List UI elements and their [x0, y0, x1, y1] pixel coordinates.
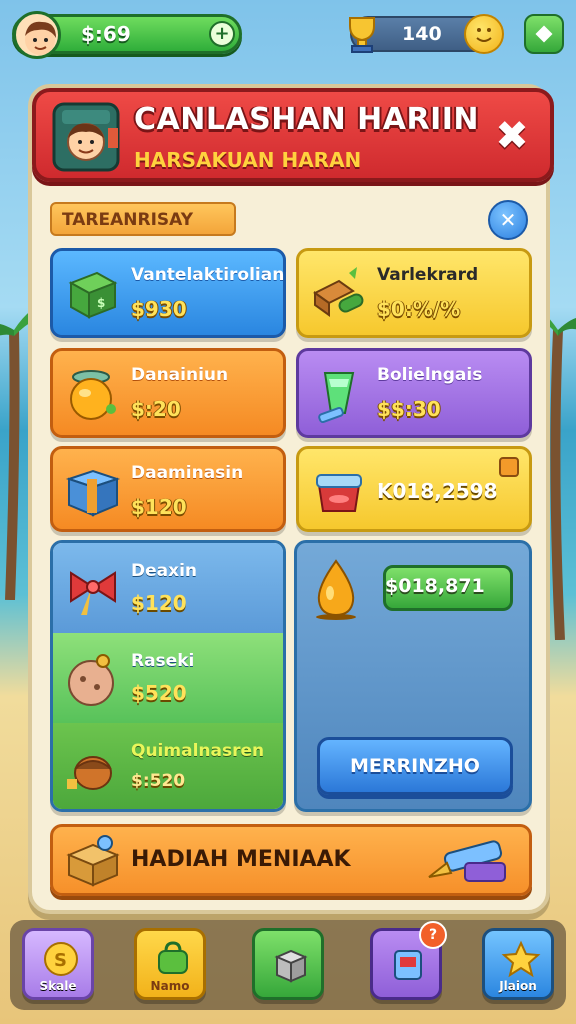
nav-skale-button[interactable]: S Skale — [22, 928, 94, 1000]
section-label: TAREANRISAY — [50, 202, 236, 236]
item-price: K018,2598 — [377, 479, 498, 503]
star-icon — [501, 940, 541, 978]
diamond-menu-button[interactable] — [524, 14, 564, 54]
featured-price: $018,871 — [385, 575, 485, 597]
item-name: Raseki — [131, 651, 195, 671]
item-price: $120 — [131, 495, 187, 519]
gem-amount: 140 — [402, 23, 442, 45]
shopkeeper-avatar-icon — [52, 102, 120, 172]
coin-icon: S — [44, 942, 78, 976]
item-name: Bolielngais — [377, 365, 483, 385]
featured-buy-button[interactable]: MERRINZHO — [317, 737, 513, 795]
cooler-icon — [316, 474, 362, 512]
item-price: $:520 — [131, 771, 186, 791]
drop-icon — [316, 559, 356, 620]
panel-title: CANLASHAN HARIIN — [134, 102, 480, 137]
item-name: Daaminasin — [131, 463, 244, 483]
cash-amount: $:69 — [81, 22, 131, 46]
top-hud: $:69 + 140 — [12, 8, 564, 60]
cookie-icon — [68, 654, 114, 706]
trophy-icon — [349, 17, 375, 53]
shop-item-card-5[interactable]: Daaminasin $120 — [50, 446, 286, 532]
bag-icon — [158, 941, 188, 974]
item-name: Deaxin — [131, 561, 198, 581]
close-icon[interactable]: ✖ — [490, 114, 534, 158]
potion-icon — [70, 370, 116, 420]
item-name: Vantelaktirolian — [131, 265, 285, 285]
gem-counter[interactable]: 140 — [349, 14, 504, 54]
nav-label: Skale — [39, 979, 77, 993]
item-price: $0:%/% — [377, 297, 461, 321]
item-name: Varlekrard — [377, 265, 479, 285]
stack-item-1[interactable]: Deaxin $120 — [53, 543, 283, 633]
notification-badge-icon: ? — [419, 921, 447, 949]
add-cash-button[interactable]: + — [209, 21, 235, 47]
item-price: $:20 — [131, 397, 181, 421]
cube-icon — [274, 949, 308, 983]
nav-box-button[interactable] — [252, 928, 324, 1000]
shop-item-card-3[interactable]: Danainiun $:20 — [50, 348, 286, 438]
nav-namo-button[interactable]: Namo — [134, 928, 206, 1000]
panel-subtitle: HARSAKUAN HARAN — [134, 148, 362, 172]
tube-icon — [428, 840, 506, 882]
nav-label: Namo — [150, 979, 190, 993]
chest-icon — [66, 835, 120, 887]
featured-offer-card[interactable]: $018,871 MERRINZHO — [294, 540, 532, 812]
nav-machine-button[interactable]: ? — [370, 921, 447, 1000]
badge-icon — [499, 457, 519, 477]
svg-text:S: S — [54, 950, 67, 971]
crate-icon — [313, 267, 364, 317]
shop-item-card-1[interactable]: $ Vantelaktirolian $930 — [50, 248, 286, 338]
cash-counter[interactable]: $:69 + — [12, 11, 242, 59]
acorn-icon — [67, 756, 112, 790]
reward-label: HADIAH MENIAAK — [131, 847, 351, 872]
svg-text:$: $ — [97, 296, 105, 310]
panel-header-banner: CANLASHAN HARIIN HARSAKUAN HARAN ✖ — [32, 88, 554, 182]
bottom-navigation: S Skale Namo ? Jlaion — [10, 920, 566, 1010]
bow-icon — [70, 571, 116, 615]
shop-item-card-4[interactable]: Bolielngais $$:30 — [296, 348, 532, 438]
item-name: Quimalnasren — [131, 741, 265, 761]
item-price: $$:30 — [377, 397, 441, 421]
machine-icon — [394, 950, 422, 980]
shop-item-card-2[interactable]: Varlekrard $0:%/% — [296, 248, 532, 338]
item-name: Danainiun — [131, 365, 229, 385]
stack-item-2[interactable]: Raseki $520 — [53, 633, 283, 723]
glass-icon — [318, 372, 355, 423]
shop-item-card-6[interactable]: K018,2598 — [296, 446, 532, 532]
stack-item-3[interactable]: Quimalnasren $:520 — [53, 723, 283, 809]
item-price: $520 — [131, 681, 187, 705]
daily-shop-panel: CANLASHAN HARIIN HARSAKUAN HARAN ✖ TAREA… — [28, 84, 554, 914]
smiley-icon — [464, 14, 504, 54]
free-reward-bar[interactable]: HADIAH MENIAAK — [50, 824, 532, 896]
nav-label: Jlaion — [499, 979, 537, 993]
offer-stack: Deaxin $120 Raseki $520 Quimalnasren $:5… — [50, 540, 286, 812]
section-close-button[interactable]: ✕ — [488, 200, 528, 240]
cash-box-icon: $ — [68, 271, 118, 319]
blue-box-icon — [65, 469, 121, 517]
item-price: $930 — [131, 297, 187, 321]
player-avatar[interactable] — [13, 11, 61, 59]
item-price: $120 — [131, 591, 187, 615]
nav-jlaion-button[interactable]: Jlaion — [482, 928, 554, 1000]
